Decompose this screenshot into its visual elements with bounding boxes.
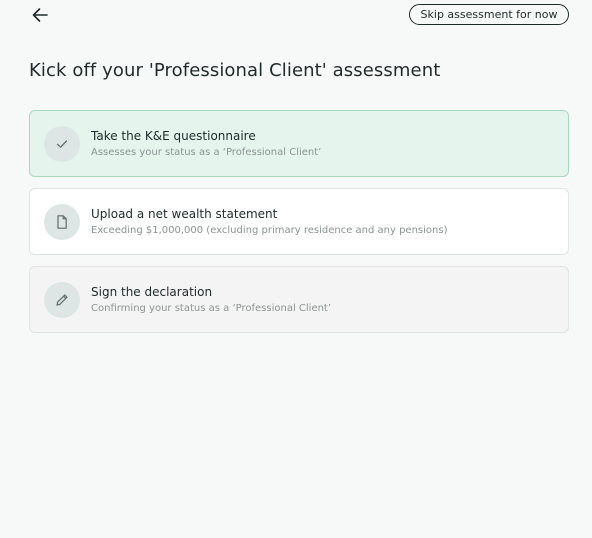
- pencil-icon: [56, 293, 68, 306]
- assessment-steps: Take the K&E questionnaire Assesses your…: [29, 110, 569, 333]
- step-text: Sign the declaration Confirming your sta…: [91, 284, 331, 316]
- step-questionnaire[interactable]: Take the K&E questionnaire Assesses your…: [29, 110, 569, 177]
- step-subtitle: Assesses your status as a ‘Professional …: [91, 146, 322, 158]
- step-icon-circle: [44, 281, 80, 318]
- step-wealth-statement[interactable]: Upload a net wealth statement Exceeding …: [29, 188, 569, 255]
- step-subtitle: Confirming your status as a ‘Professiona…: [91, 302, 332, 314]
- page-title: Kick off your 'Professional Client' asse…: [29, 60, 441, 81]
- step-icon-circle: [44, 125, 80, 162]
- step-title: Take the K&E questionnaire: [91, 128, 256, 143]
- step-title: Sign the declaration: [91, 284, 213, 299]
- document-icon: [57, 214, 67, 229]
- step-text: Take the K&E questionnaire Assesses your…: [91, 128, 321, 160]
- step-text: Upload a net wealth statement Exceeding …: [91, 206, 447, 238]
- skip-assessment-button[interactable]: Skip assessment for now: [409, 4, 569, 25]
- check-icon: [56, 139, 68, 148]
- step-title: Upload a net wealth statement: [91, 206, 278, 221]
- step-icon-circle: [44, 203, 80, 240]
- step-declaration[interactable]: Sign the declaration Confirming your sta…: [29, 266, 569, 333]
- back-button[interactable]: [28, 3, 52, 27]
- arrow-left-icon: [32, 8, 48, 22]
- step-subtitle: Exceeding $1,000,000 (excluding primary …: [91, 224, 448, 236]
